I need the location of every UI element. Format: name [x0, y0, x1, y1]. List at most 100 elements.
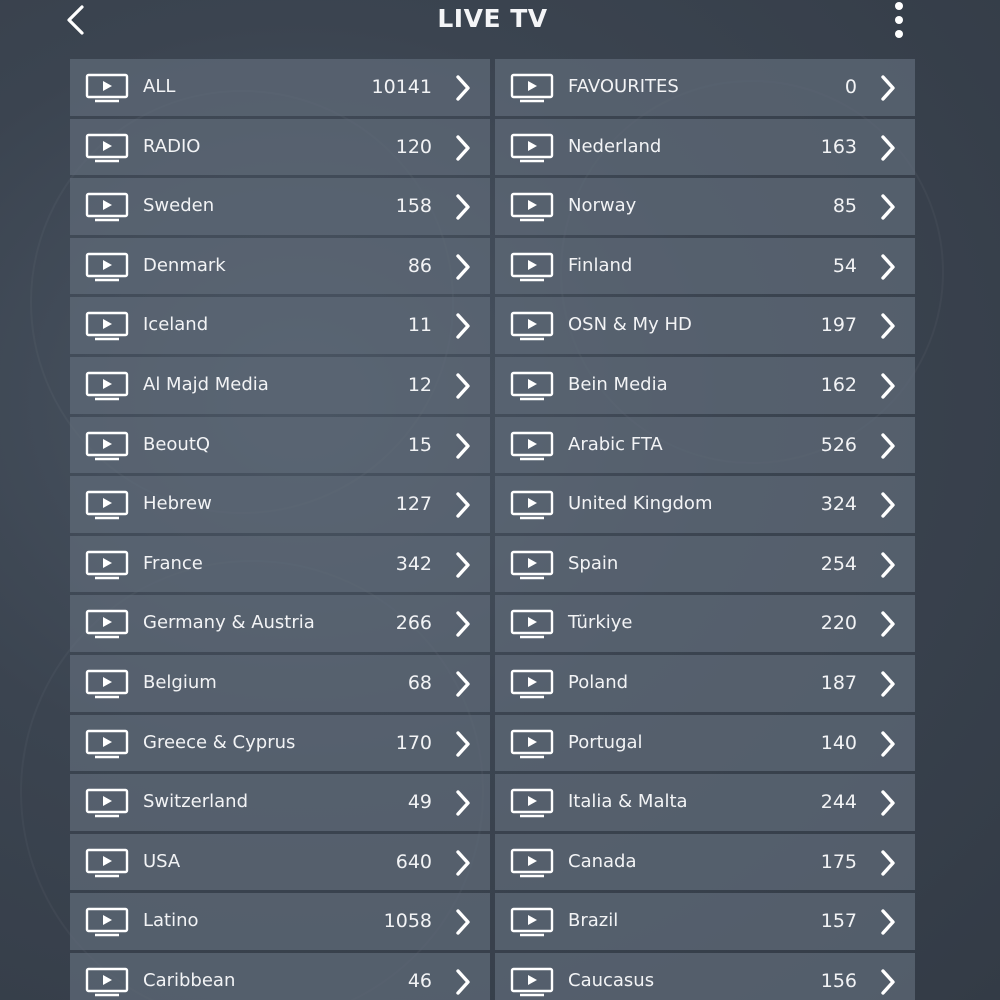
category-label: Caribbean — [143, 969, 236, 991]
tv-play-icon — [510, 192, 554, 222]
tv-play-icon — [85, 133, 129, 163]
category-label: Caucasus — [568, 969, 655, 991]
category-row[interactable]: Hebrew 127 — [70, 476, 490, 533]
tv-play-icon — [85, 729, 129, 759]
category-row[interactable]: Brazil 157 — [495, 893, 915, 950]
channel-count: 1058 — [383, 910, 432, 933]
category-label: Greece & Cyprus — [143, 731, 296, 753]
chevron-right-icon — [877, 550, 899, 580]
tv-play-icon — [510, 550, 554, 580]
category-row[interactable]: Denmark 86 — [70, 237, 490, 295]
category-row[interactable]: Switzerland 49 — [70, 774, 490, 831]
tv-play-icon — [510, 669, 554, 699]
tv-play-icon — [85, 669, 129, 699]
tv-play-icon — [85, 252, 129, 282]
category-row[interactable]: Norway 85 — [495, 178, 915, 235]
category-row[interactable]: Spain 254 — [495, 535, 915, 593]
channel-count: 12 — [407, 373, 432, 396]
tv-play-icon — [510, 133, 554, 163]
category-row[interactable]: FAVOURITES 0 — [495, 59, 915, 116]
channel-count: 254 — [820, 552, 857, 575]
chevron-right-icon — [452, 490, 474, 520]
channel-count: 170 — [395, 731, 432, 754]
category-label: United Kingdom — [568, 493, 713, 515]
category-row[interactable]: Arabic FTA 526 — [495, 416, 915, 474]
tv-play-icon — [85, 609, 129, 639]
category-label: BeoutQ — [143, 433, 211, 455]
channel-count: 342 — [395, 552, 432, 575]
app-header: LIVE TV — [0, 0, 1000, 44]
category-row[interactable]: Caribbean 46 — [70, 952, 490, 1000]
chevron-right-icon — [877, 73, 899, 103]
category-row[interactable]: Bein Media 162 — [495, 356, 915, 414]
tv-play-icon — [510, 729, 554, 759]
channel-count: 175 — [820, 850, 857, 873]
tv-play-icon — [85, 788, 129, 818]
category-row[interactable]: Greece & Cyprus 170 — [70, 714, 490, 772]
channel-count: 54 — [832, 254, 857, 277]
channel-count: 10141 — [371, 76, 432, 98]
channel-count: 324 — [820, 493, 857, 516]
category-row[interactable]: Caucasus 156 — [495, 952, 915, 1000]
channel-count: 640 — [395, 850, 432, 873]
category-label: Latino — [143, 910, 199, 932]
category-label: Nederland — [568, 135, 662, 157]
category-row[interactable]: Iceland 11 — [70, 297, 490, 354]
category-row[interactable]: Belgium 68 — [70, 654, 490, 712]
tv-play-icon — [510, 788, 554, 818]
category-label: Arabic FTA — [568, 433, 663, 455]
tv-play-icon — [510, 73, 554, 103]
category-row[interactable]: Portugal 140 — [495, 714, 915, 772]
chevron-right-icon — [452, 73, 474, 103]
category-label: ALL — [143, 76, 176, 97]
more-vertical-icon — [895, 16, 903, 24]
category-row[interactable]: Italia & Malta 244 — [495, 774, 915, 831]
chevron-right-icon — [877, 967, 899, 997]
more-vertical-icon — [895, 2, 903, 10]
category-row[interactable]: ALL 10141 — [70, 59, 490, 116]
channel-count: 0 — [844, 76, 857, 98]
chevron-right-icon — [452, 609, 474, 639]
category-row[interactable]: Türkiye 220 — [495, 595, 915, 652]
category-label: Belgium — [143, 671, 217, 693]
category-row[interactable]: OSN & My HD 197 — [495, 297, 915, 354]
channel-count: 46 — [407, 969, 432, 992]
category-label: Norway — [568, 195, 637, 217]
category-label: Al Majd Media — [143, 373, 269, 395]
category-label: Bein Media — [568, 373, 668, 395]
chevron-right-icon — [877, 133, 899, 163]
category-row[interactable]: Finland 54 — [495, 237, 915, 295]
category-row[interactable]: Germany & Austria 266 — [70, 595, 490, 652]
chevron-right-icon — [877, 669, 899, 699]
category-row[interactable]: Nederland 163 — [495, 118, 915, 176]
chevron-right-icon — [452, 788, 474, 818]
category-row[interactable]: Sweden 158 — [70, 178, 490, 235]
channel-count: 197 — [820, 314, 857, 337]
channel-count: 156 — [820, 969, 857, 992]
category-row[interactable]: BeoutQ 15 — [70, 416, 490, 474]
category-row[interactable]: RADIO 120 — [70, 118, 490, 176]
more-options-button[interactable] — [886, 0, 914, 44]
category-label: Hebrew — [143, 493, 212, 515]
channel-count: 11 — [407, 314, 432, 337]
channel-count: 158 — [395, 195, 432, 218]
tv-play-icon — [510, 371, 554, 401]
category-row[interactable]: Al Majd Media 12 — [70, 356, 490, 414]
chevron-right-icon — [452, 371, 474, 401]
category-row[interactable]: France 342 — [70, 535, 490, 593]
category-row[interactable]: Poland 187 — [495, 654, 915, 712]
category-row[interactable]: Latino 1058 — [70, 893, 490, 950]
channel-count: 157 — [820, 910, 857, 933]
channel-count: 162 — [820, 373, 857, 396]
channel-count: 526 — [820, 433, 857, 456]
category-row[interactable]: Canada 175 — [495, 833, 915, 891]
page-title: LIVE TV — [437, 4, 548, 33]
channel-count: 15 — [407, 433, 432, 456]
tv-play-icon — [510, 967, 554, 997]
chevron-right-icon — [452, 311, 474, 341]
tv-play-icon — [85, 431, 129, 461]
category-row[interactable]: United Kingdom 324 — [495, 476, 915, 533]
chevron-right-icon — [452, 192, 474, 222]
chevron-right-icon — [877, 788, 899, 818]
category-row[interactable]: USA 640 — [70, 833, 490, 891]
